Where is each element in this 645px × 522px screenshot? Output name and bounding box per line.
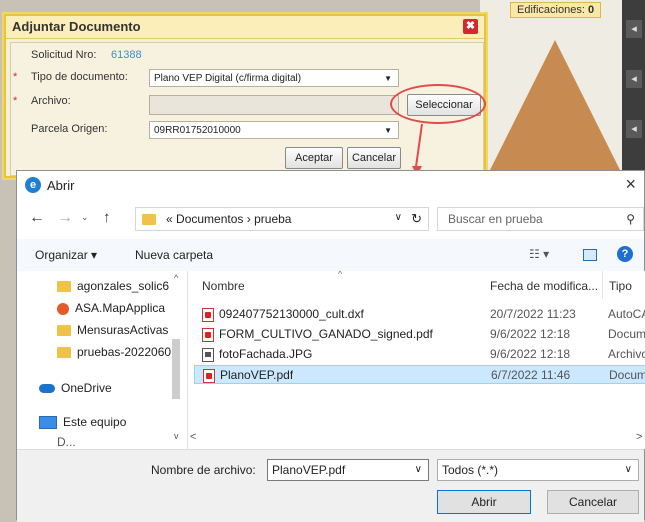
file-type: Docume <box>609 368 645 382</box>
archivo-field[interactable] <box>149 95 399 115</box>
abrir-file-dialog: e Abrir × ← → ⌄ ↑ « Documentos › prueba … <box>16 170 645 522</box>
solicitud-value: 61388 <box>111 49 142 61</box>
archivo-label: Archivo: <box>31 95 71 107</box>
abrir-title-bar: e Abrir × <box>17 171 644 201</box>
file-row[interactable]: fotoFachada.JPG 9/6/2022 12:18 Archivo <box>194 345 645 364</box>
toolbar-arrow-icon[interactable]: ◂ <box>626 120 642 138</box>
aceptar-button[interactable]: Aceptar <box>285 147 343 169</box>
folder-icon <box>142 214 156 225</box>
toolbar-arrow-icon[interactable]: ◂ <box>626 70 642 88</box>
scroll-up-icon[interactable]: ^ <box>174 273 178 283</box>
filename-label: Nombre de archivo: <box>151 463 256 477</box>
file-row[interactable]: FORM_CULTIVO_GANADO_signed.pdf 9/6/2022 … <box>194 325 645 344</box>
tipo-documento-label: Tipo de documento: <box>31 71 128 83</box>
help-icon[interactable]: ? <box>617 246 633 262</box>
breadcrumb: « Documentos › prueba <box>166 212 292 226</box>
edge-icon: e <box>25 177 41 193</box>
edificaciones-label: Edificaciones: 0 <box>510 2 602 18</box>
sort-up-icon: ^ <box>338 269 343 279</box>
organizar-menu[interactable]: Organizar ▾ <box>35 248 97 262</box>
back-icon[interactable]: ← <box>29 209 45 227</box>
navigation-pane: agonzales_solic6 ASA.MapApplica Mensuras… <box>17 271 188 449</box>
file-name: fotoFachada.JPG <box>202 345 312 364</box>
file-list: ^ Nombre Fecha de modifica... Tipo 09240… <box>188 269 645 449</box>
forward-icon[interactable]: → <box>57 209 73 227</box>
address-bar[interactable]: « Documentos › prueba ∨ ↻ <box>135 207 429 231</box>
folder-icon <box>57 281 71 293</box>
abrir-button[interactable]: Abrir <box>437 490 531 514</box>
chevron-down-icon[interactable]: ∨ <box>625 460 632 480</box>
nav-item-folder[interactable]: ASA.MapApplica <box>57 301 177 315</box>
scroll-down-icon[interactable]: v <box>174 431 179 441</box>
cloud-icon <box>39 384 55 394</box>
column-header-type[interactable]: Tipo <box>602 271 632 299</box>
nav-item-folder[interactable]: pruebas-2022060 <box>57 345 177 359</box>
file-type: Docume <box>608 327 645 341</box>
pdf-file-icon <box>202 327 214 342</box>
cancelar-button[interactable]: Cancelar <box>347 147 401 169</box>
file-date: 20/7/2022 11:23 <box>490 307 576 321</box>
required-mark: * <box>13 95 18 107</box>
parcela-origen-label: Parcela Origen: <box>31 123 108 135</box>
parcela-origen-select[interactable]: 09RR01752010000 ▼ <box>149 121 399 139</box>
file-type: Archivo <box>608 347 645 361</box>
file-row-selected[interactable]: PlanoVEP.pdf 6/7/2022 11:46 Docume <box>194 365 645 384</box>
chevron-down-icon: ▼ <box>384 74 392 83</box>
solicitud-label: Solicitud Nro: <box>31 49 97 61</box>
column-header-name[interactable]: Nombre <box>202 271 245 299</box>
search-input[interactable]: Buscar en prueba ⚲ <box>437 207 644 231</box>
nav-item-folder[interactable]: agonzales_solic6 <box>57 279 177 293</box>
nav-item-onedrive[interactable]: OneDrive <box>39 381 112 395</box>
chevron-down-icon[interactable]: ∨ <box>415 460 422 480</box>
cancelar-button[interactable]: Cancelar <box>547 490 639 514</box>
computer-icon <box>39 416 57 430</box>
nav-scrollbar[interactable] <box>172 339 180 399</box>
pdf-file-icon <box>203 368 215 383</box>
chevron-down-icon[interactable]: ∨ <box>395 212 402 223</box>
file-name: PlanoVEP.pdf <box>203 366 293 385</box>
abrir-title: Abrir <box>47 178 75 193</box>
nav-item-drive[interactable]: D... <box>57 435 76 447</box>
toolbar: Organizar ▾ Nueva carpeta ☷ ▾ ? <box>17 239 644 272</box>
file-type-filter[interactable]: Todos (*.*) ∨ <box>437 459 639 481</box>
toolbar-arrow-icon[interactable]: ◂ <box>626 20 642 38</box>
app-icon <box>57 302 69 315</box>
image-file-icon <box>202 347 214 362</box>
scroll-left-icon[interactable]: < <box>190 431 196 443</box>
required-mark: * <box>13 71 18 83</box>
search-icon: ⚲ <box>626 212 635 226</box>
nav-item-folder[interactable]: MensurasActivas <box>57 323 177 337</box>
view-options-icon[interactable]: ☷ ▾ <box>529 247 549 261</box>
close-icon[interactable]: ✖ <box>463 19 478 34</box>
folder-icon <box>57 347 71 359</box>
preview-pane-icon[interactable] <box>583 249 597 261</box>
column-header-date[interactable]: Fecha de modifica... <box>490 271 598 299</box>
file-date: 9/6/2022 12:18 <box>490 347 571 361</box>
file-row[interactable]: 092407752130000_cult.dxf 20/7/2022 11:23… <box>194 305 645 324</box>
up-arrow-icon[interactable]: ↑ <box>103 209 111 226</box>
dialog-title: Adjuntar Documento <box>6 16 484 39</box>
tipo-documento-select[interactable]: Plano VEP Digital (c/firma digital) ▼ <box>149 69 399 87</box>
file-date: 6/7/2022 11:46 <box>491 368 571 382</box>
chevron-down-icon[interactable]: ⌄ <box>81 212 89 223</box>
refresh-icon[interactable]: ↻ <box>411 211 422 227</box>
folder-icon <box>57 325 71 337</box>
file-name: FORM_CULTIVO_GANADO_signed.pdf <box>202 325 433 344</box>
dialog-footer: Nombre de archivo: PlanoVEP.pdf ∨ Todos (… <box>17 449 644 522</box>
dxf-file-icon <box>202 307 214 322</box>
file-name: 092407752130000_cult.dxf <box>202 305 364 324</box>
file-date: 9/6/2022 12:18 <box>490 327 571 341</box>
annotation-ellipse <box>390 84 486 124</box>
scroll-right-icon[interactable]: > <box>636 431 642 443</box>
map-shape <box>490 40 620 170</box>
file-type: AutoCAI <box>608 307 645 321</box>
nueva-carpeta-button[interactable]: Nueva carpeta <box>135 248 213 262</box>
close-icon[interactable]: × <box>625 174 636 195</box>
filename-input[interactable]: PlanoVEP.pdf ∨ <box>267 459 429 481</box>
chevron-down-icon: ▼ <box>384 126 392 135</box>
nav-item-este-equipo[interactable]: Este equipo <box>39 415 126 430</box>
